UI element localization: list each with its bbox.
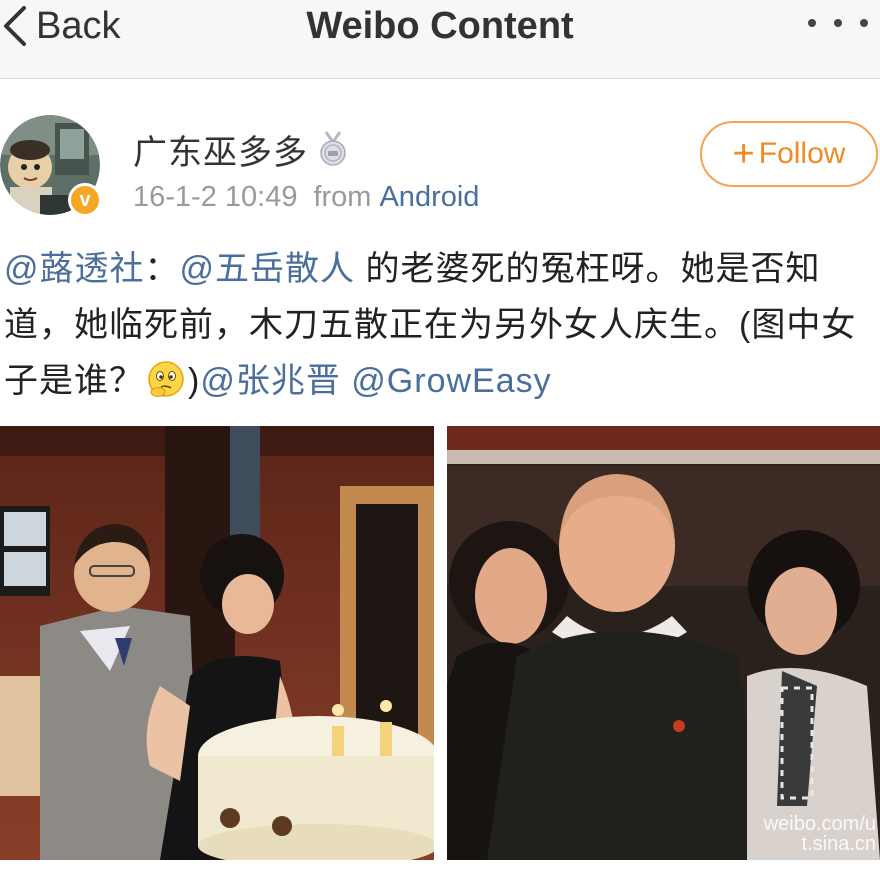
verified-v-icon: v: [68, 183, 102, 217]
post-timestamp: 16-1-2 10:49: [133, 180, 298, 213]
birthday-cake-image: [0, 426, 434, 860]
page-title: Weibo Content: [306, 5, 574, 47]
follow-label: Follow: [758, 137, 846, 170]
back-label: Back: [36, 5, 121, 47]
from-label: from: [313, 180, 372, 213]
mention-link[interactable]: @蕗透社: [4, 250, 145, 288]
back-button[interactable]: Back: [0, 0, 120, 52]
mention-link[interactable]: @五岳散人: [180, 250, 356, 288]
author-avatar[interactable]: v: [0, 115, 102, 217]
photo-watermark: weibo.com/u t.sina.cn: [763, 813, 876, 855]
medal-icon: [320, 131, 346, 166]
more-dots-icon: [808, 19, 816, 27]
post-text-segment: ：: [144, 250, 180, 288]
follow-button[interactable]: + Follow: [700, 121, 878, 187]
group-photo-image: [447, 426, 880, 860]
author-row: 广东巫多多: [133, 125, 348, 174]
nav-bar: Back Weibo Content: [0, 0, 880, 79]
birthday-cake-photo[interactable]: [0, 426, 434, 860]
author-name[interactable]: 广东巫多多: [133, 125, 308, 174]
post-text: @蕗透社：@五岳散人 的老婆死的冤枉呀。她是否知道，她临死前，木刀五散正在为另外…: [4, 241, 874, 409]
mention-link[interactable]: @张兆晋: [200, 362, 341, 400]
group-photo[interactable]: weibo.com/u t.sina.cn: [447, 426, 880, 860]
post-meta: 16-1-2 10:49 from Android: [133, 177, 479, 217]
thinking-face-icon: [148, 361, 184, 397]
chevron-left-icon: [4, 6, 26, 46]
post-source: Android: [379, 180, 480, 213]
more-options-button[interactable]: [808, 12, 868, 34]
plus-icon: +: [732, 133, 755, 175]
mention-link[interactable]: @GrowEasy: [351, 362, 551, 400]
post-text-segment: [341, 362, 351, 400]
post-text-segment: ): [188, 362, 201, 400]
